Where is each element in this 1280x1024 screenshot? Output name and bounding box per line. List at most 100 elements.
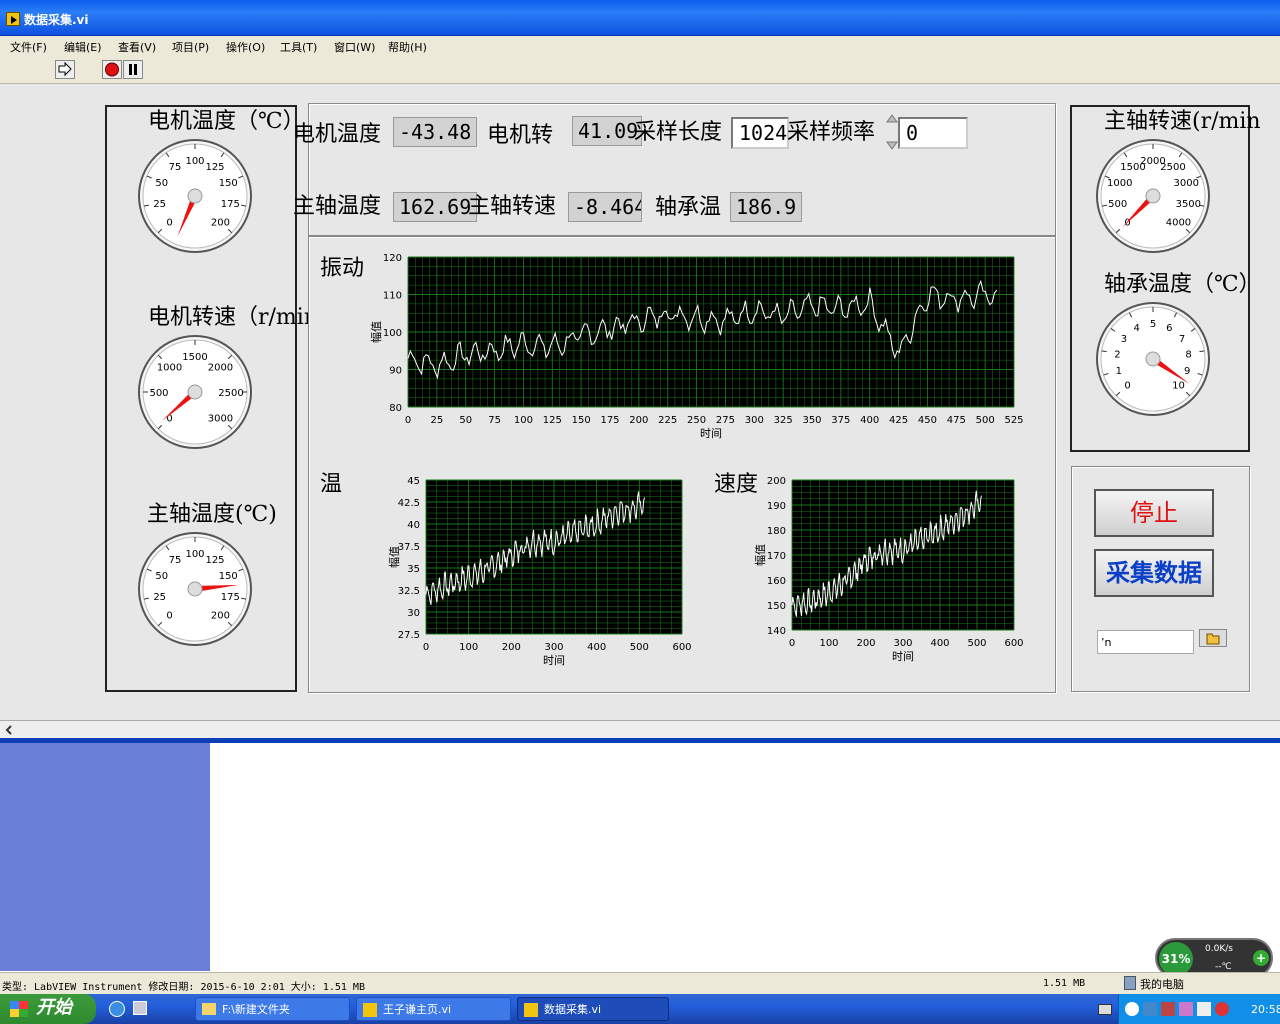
toolbar <box>0 56 1280 84</box>
gauge-tick-label: 2 <box>1114 349 1120 360</box>
keyboard-icon[interactable] <box>1098 1004 1112 1015</box>
y-tick-label: 80 <box>389 403 402 414</box>
clock: 20:58 <box>1251 1003 1280 1016</box>
menu-window[interactable]: 窗口(W) <box>334 39 375 55</box>
gauge-tick-label: 3000 <box>208 413 233 424</box>
speed-chart: 0 100 200 300 400 500 600 140 150 160 170 180 190 200… <box>754 476 1024 663</box>
gauge-tick-label: 3500 <box>1176 199 1201 210</box>
gauge-tick-label: 75 <box>169 555 182 566</box>
x-tick-label: 0 <box>423 642 429 653</box>
sample-rate-input[interactable]: 0 <box>898 117 968 149</box>
tray-app-icon[interactable] <box>1179 1002 1193 1016</box>
path-input[interactable]: ʼn <box>1097 630 1194 654</box>
y-tick-label: 200 <box>767 476 786 487</box>
task-homepage-vi[interactable]: 王子谦主页.vi <box>356 997 511 1021</box>
motor-temp-readout-label: 电机温度 <box>293 122 382 147</box>
sample-rate-stepper[interactable] <box>886 113 898 151</box>
menu-operate[interactable]: 操作(O) <box>226 39 265 55</box>
task-acquisition-vi[interactable]: 数据采集.vi <box>517 997 669 1021</box>
gauge-tick-label: 125 <box>205 162 224 173</box>
gauge-tick-label: 9 <box>1184 366 1190 377</box>
gauge-tick-label: 8 <box>1185 349 1191 360</box>
gauge-tick-label: 4 <box>1133 323 1139 334</box>
x-tick-label: 450 <box>918 415 937 426</box>
spindle-speed-readout: -8.464 <box>568 192 642 222</box>
spindle-temp-gauge: 025 5075100125 150 175 200 <box>138 532 252 646</box>
gauge-tick-label: 200 <box>211 610 230 621</box>
horizontal-scrollbar[interactable] <box>0 720 1280 738</box>
acquire-data-button[interactable]: 采集数据 <box>1094 549 1214 597</box>
x-axis-label: 时间 <box>892 650 914 663</box>
x-tick-label: 200 <box>629 415 648 426</box>
pause-button[interactable] <box>123 60 143 79</box>
gauge-tick-label: 125 <box>205 555 224 566</box>
tray-expand-icon[interactable] <box>1125 1002 1139 1016</box>
y-tick-label: 30 <box>407 608 420 619</box>
spindle-temp-readout: 162.69 <box>393 192 477 222</box>
motor-speed-readout-label: 电机转 <box>487 123 554 148</box>
abort-button[interactable] <box>102 60 122 79</box>
window-titlebar: 数据采集.vi <box>0 0 1280 36</box>
show-desktop-icon[interactable] <box>133 1001 147 1015</box>
y-tick-label: 32.5 <box>398 586 420 597</box>
x-tick-label: 75 <box>488 415 501 426</box>
spindle-temp-readout-label: 主轴温度 <box>293 194 382 219</box>
y-tick-label: 27.5 <box>398 630 420 641</box>
y-tick-label: 190 <box>767 501 786 512</box>
menu-edit[interactable]: 编辑(E) <box>64 39 102 55</box>
network-icon[interactable] <box>1143 1002 1157 1016</box>
gauge-tick-label: 2000 <box>208 363 233 374</box>
windows-logo-icon <box>10 1001 28 1017</box>
explorer-task-pane <box>0 743 210 971</box>
x-axis-label: 时间 <box>543 654 565 667</box>
x-tick-label: 400 <box>930 638 949 649</box>
x-tick-label: 375 <box>831 415 850 426</box>
file-info: 类型: LabVIEW Instrument 修改日期: 2015-6-10 2… <box>2 982 365 993</box>
run-arrow-button[interactable] <box>55 60 75 79</box>
antivirus-icon[interactable] <box>1215 1002 1229 1016</box>
task-folder-label: F:\新建文件夹 <box>222 1003 290 1016</box>
gauge-tick-label: 7 <box>1179 334 1185 345</box>
task-folder[interactable]: F:\新建文件夹 <box>195 997 350 1021</box>
x-tick-label: 350 <box>802 415 821 426</box>
gauge-hub <box>187 188 203 204</box>
ie-icon[interactable] <box>109 1001 125 1017</box>
x-tick-label: 0 <box>405 415 411 426</box>
gauge-tick-label: 10 <box>1172 380 1185 391</box>
run-arrow-icon <box>58 61 72 77</box>
motor-speed-readout: 41.09 <box>572 116 642 146</box>
security-icon[interactable] <box>1161 1002 1175 1016</box>
stop-button[interactable]: 停止 <box>1094 489 1214 537</box>
network-speed: 0.0K/s <box>1205 944 1233 954</box>
x-tick-label: 600 <box>672 642 691 653</box>
menu-file[interactable]: 文件(F) <box>10 39 47 55</box>
folder-open-icon <box>1206 633 1220 645</box>
x-tick-label: 275 <box>716 415 735 426</box>
temperature-chart: 0 100 200 300 400 500 600 27.5 30 32.5 35 37.5 40 42.… <box>388 476 692 667</box>
menu-tools[interactable]: 工具(T) <box>280 39 317 55</box>
sample-length-input[interactable]: 1024 <box>731 117 789 149</box>
menu-project[interactable]: 项目(P) <box>172 39 209 55</box>
browse-button[interactable] <box>1199 629 1227 647</box>
temp-readout: --℃ <box>1215 962 1232 972</box>
x-tick-label: 50 <box>459 415 472 426</box>
menu-help[interactable]: 帮助(H) <box>388 39 427 55</box>
labview-vi-icon <box>6 12 20 26</box>
motor-temp-readout: -43.48 <box>393 117 477 147</box>
add-icon[interactable]: + <box>1253 950 1269 966</box>
spindle-speed-readout-label: 主轴转速 <box>468 194 557 219</box>
menu-view[interactable]: 查看(V) <box>118 39 156 55</box>
bearing-temp-gauge: 01 234 5 678 9 10 <box>1096 302 1210 416</box>
gauge-tick-label: 0 <box>166 217 172 228</box>
y-tick-label: 150 <box>767 601 786 612</box>
x-tick-label: 100 <box>819 638 838 649</box>
gauge-tick-label: 25 <box>153 592 166 603</box>
x-tick-label: 250 <box>687 415 706 426</box>
y-tick-label: 140 <box>767 626 786 637</box>
scroll-left-icon[interactable] <box>4 724 14 736</box>
start-button[interactable]: 开始 <box>0 994 96 1024</box>
shield-icon[interactable] <box>1197 1002 1211 1016</box>
gauge-tick-label: 1 <box>1116 366 1122 377</box>
x-tick-label: 400 <box>860 415 879 426</box>
x-tick-label: 500 <box>967 638 986 649</box>
